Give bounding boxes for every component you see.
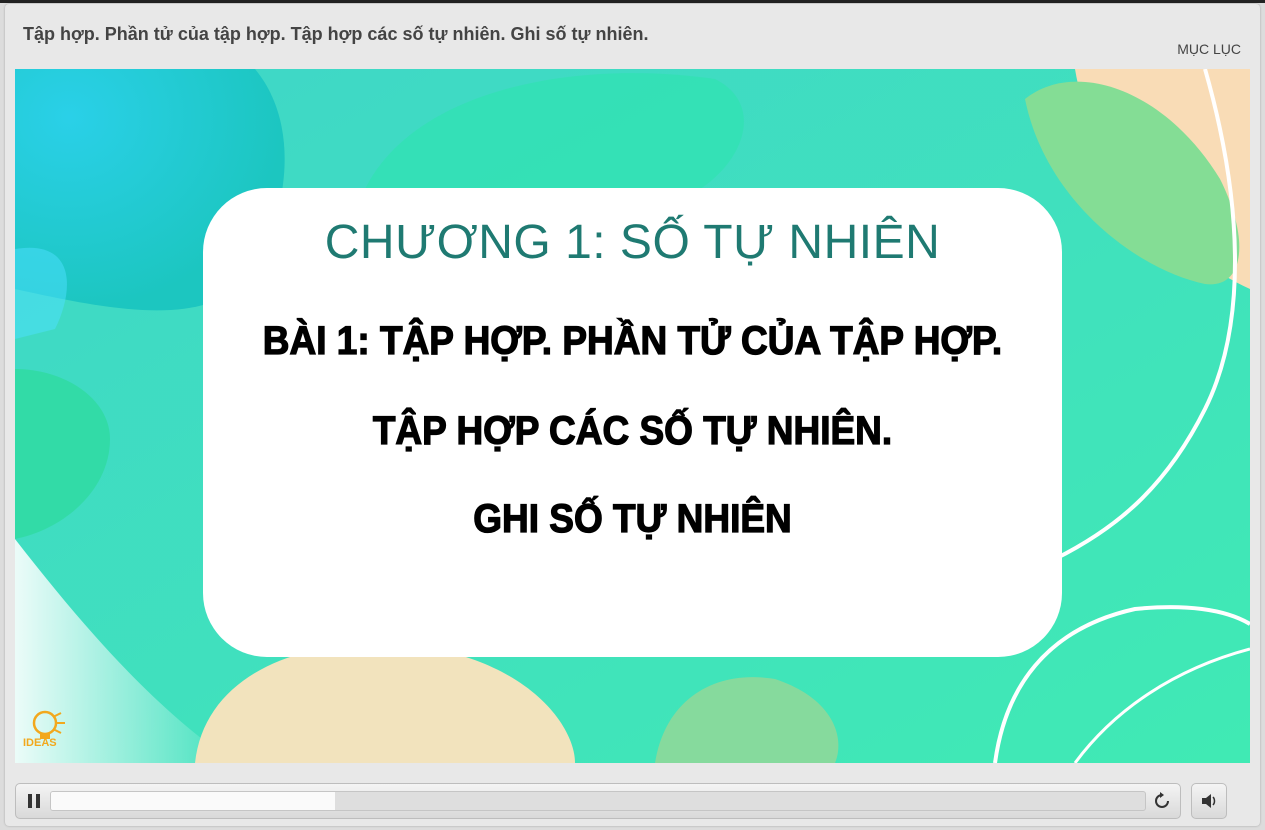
pause-icon[interactable]	[22, 790, 46, 812]
player-controls	[15, 783, 1250, 819]
lesson-line-3: GHI SỐ TỰ NHIÊN	[473, 496, 793, 542]
lesson-line-1: BÀI 1: TẬP HỢP. PHẦN TỬ CỦA TẬP HỢP.	[262, 318, 1003, 364]
progress-fill	[51, 792, 336, 810]
window-top-border	[0, 0, 1265, 3]
control-bar	[15, 783, 1181, 819]
slide-canvas: CHƯƠNG 1: SỐ TỰ NHIÊN BÀI 1: TẬP HỢP. PH…	[15, 69, 1250, 763]
speaker-icon	[1202, 794, 1216, 808]
lightbulb-logo-icon	[32, 710, 65, 739]
logo-text: IDEAS	[23, 737, 57, 749]
lesson-line-2: TẬP HỢP CÁC SỐ TỰ NHIÊN.	[372, 408, 893, 454]
lesson-title: Tập hợp. Phần tử của tập hợp. Tập hợp cá…	[23, 24, 649, 44]
title-card: CHƯƠNG 1: SỐ TỰ NHIÊN BÀI 1: TẬP HỢP. PH…	[203, 188, 1062, 657]
seek-bar[interactable]	[50, 791, 1146, 811]
chapter-title: CHƯƠNG 1: SỐ TỰ NHIÊN	[324, 216, 941, 269]
replay-icon[interactable]	[1151, 790, 1173, 812]
table-of-contents-button[interactable]: MỤC LỤC	[1177, 41, 1241, 57]
volume-icon[interactable]	[1191, 783, 1227, 819]
